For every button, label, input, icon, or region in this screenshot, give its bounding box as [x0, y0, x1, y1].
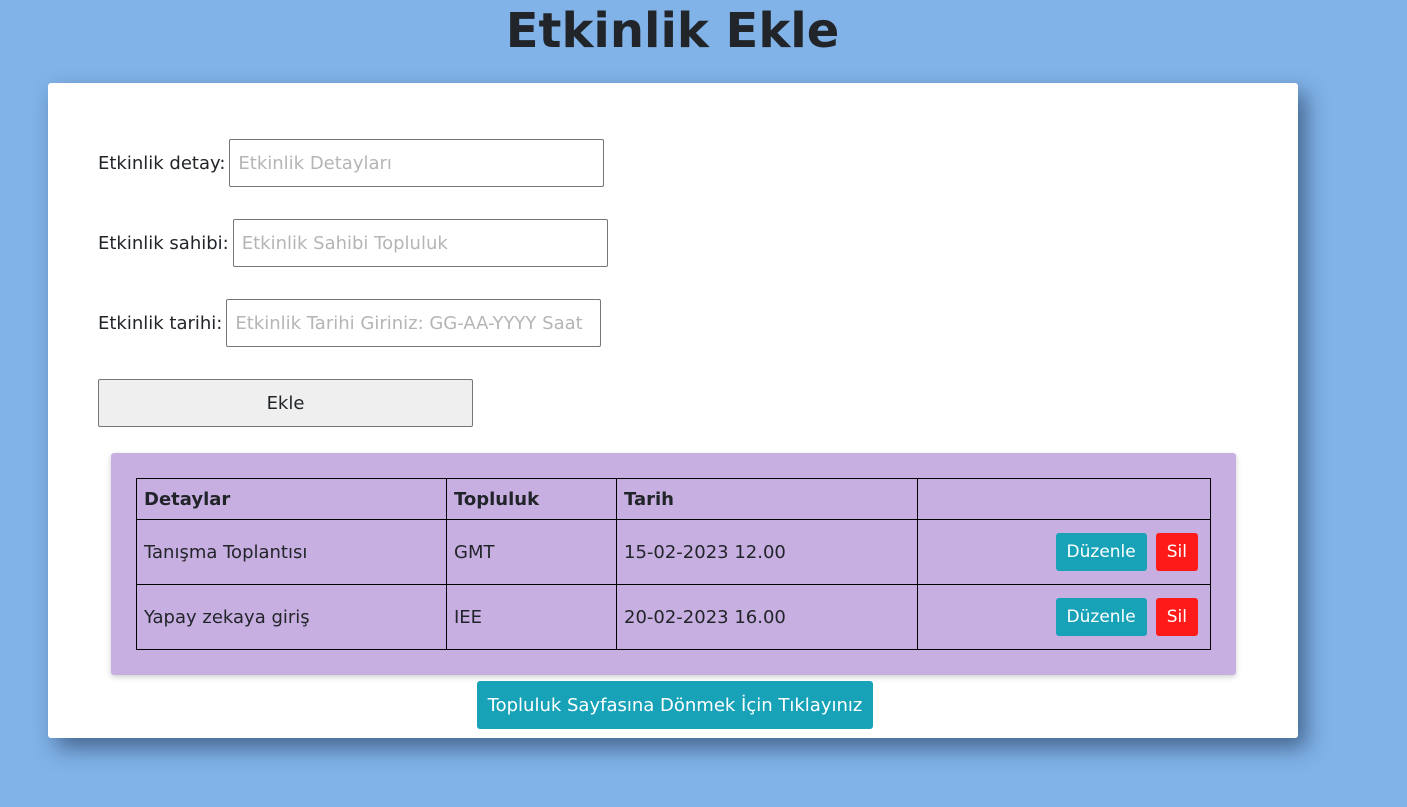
- column-header-group: Topluluk: [446, 478, 617, 520]
- events-table: Detaylar Topluluk Tarih Tanışma Toplantı…: [136, 478, 1211, 650]
- event-form-card: Etkinlik detay: Etkinlik sahibi: Etkinli…: [48, 83, 1298, 738]
- event-detail-label: Etkinlik detay:: [98, 152, 226, 174]
- cell-date: 20-02-2023 16.00: [616, 584, 918, 650]
- event-owner-input[interactable]: [232, 219, 608, 267]
- event-date-row: Etkinlik tarihi:: [98, 299, 602, 347]
- cell-group: GMT: [446, 519, 617, 585]
- edit-button[interactable]: Düzenle: [1055, 598, 1147, 636]
- column-header-date: Tarih: [616, 478, 918, 520]
- event-owner-label: Etkinlik sahibi:: [98, 232, 229, 254]
- cell-actions: Düzenle Sil: [917, 519, 1211, 585]
- events-table-panel: Detaylar Topluluk Tarih Tanışma Toplantı…: [111, 453, 1236, 675]
- cell-date: 15-02-2023 12.00: [616, 519, 918, 585]
- delete-button[interactable]: Sil: [1155, 533, 1198, 571]
- cell-detail: Yapay zekaya giriş: [136, 584, 447, 650]
- cell-group: IEE: [446, 584, 617, 650]
- event-detail-row: Etkinlik detay:: [98, 139, 605, 187]
- back-to-community-button[interactable]: Topluluk Sayfasına Dönmek İçin Tıklayını…: [477, 681, 873, 729]
- event-owner-row: Etkinlik sahibi:: [98, 219, 608, 267]
- cell-detail: Tanışma Toplantısı: [136, 519, 447, 585]
- event-date-label: Etkinlik tarihi:: [98, 312, 223, 334]
- edit-button[interactable]: Düzenle: [1055, 533, 1147, 571]
- event-date-input[interactable]: [226, 299, 602, 347]
- add-event-button[interactable]: Ekle: [98, 379, 473, 427]
- delete-button[interactable]: Sil: [1155, 598, 1198, 636]
- table-row: Yapay zekaya giriş IEE 20-02-2023 16.00 …: [136, 584, 1211, 650]
- event-detail-input[interactable]: [229, 139, 605, 187]
- table-row: Tanışma Toplantısı GMT 15-02-2023 12.00 …: [136, 519, 1211, 585]
- column-header-actions: [917, 478, 1211, 520]
- column-header-details: Detaylar: [136, 478, 447, 520]
- page-title: Etkinlik Ekle: [505, 3, 840, 59]
- table-header-row: Detaylar Topluluk Tarih: [136, 478, 1211, 520]
- cell-actions: Düzenle Sil: [917, 584, 1211, 650]
